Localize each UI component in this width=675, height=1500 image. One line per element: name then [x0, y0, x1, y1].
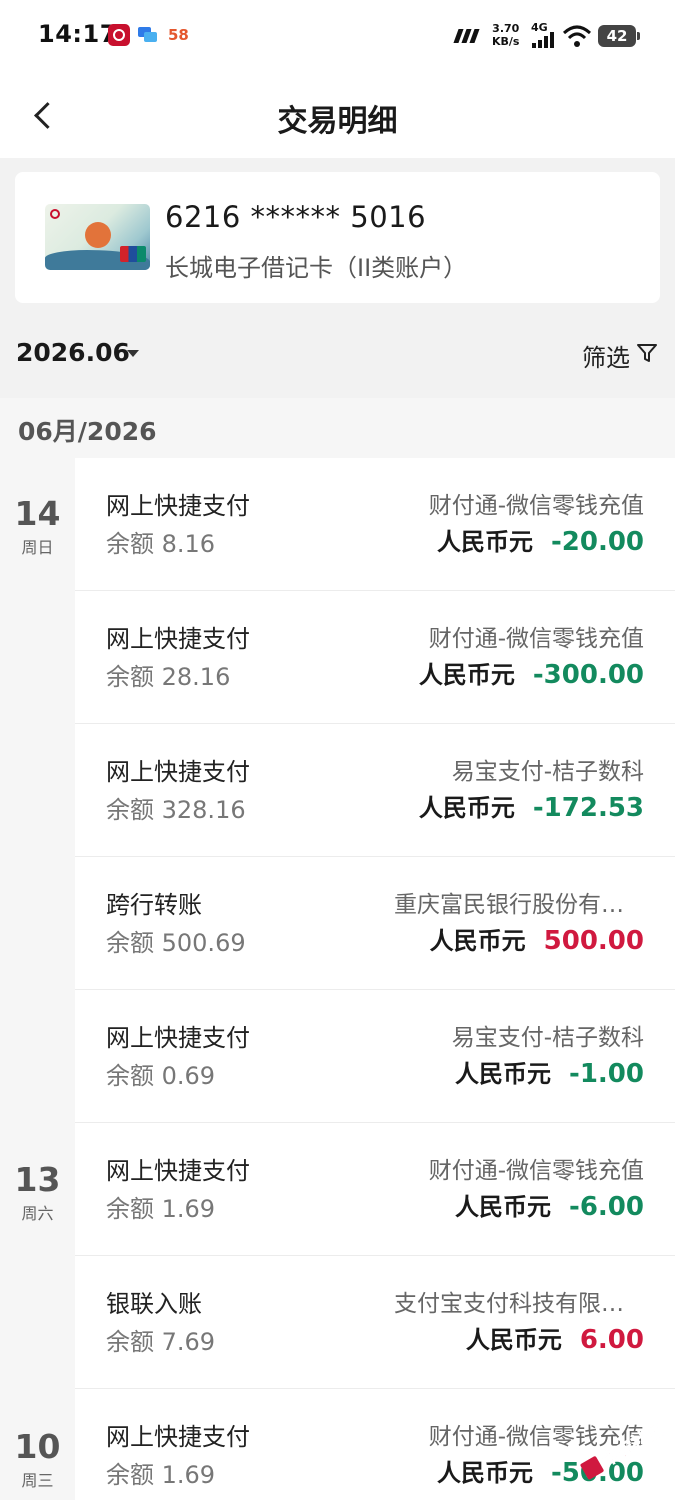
- transaction-counterparty: 财付通-微信零钱充值: [428, 493, 644, 519]
- transaction-row[interactable]: 网上快捷支付 余额 8.16 财付通-微信零钱充值 人民币元 -20.00: [75, 458, 675, 591]
- watermark-logo: 卡农社区: [580, 1418, 668, 1480]
- account-card-panel[interactable]: 6216 ****** 5016 长城电子借记卡（II类账户）: [15, 172, 660, 303]
- transaction-row[interactable]: 网上快捷支付 余额 1.69 财付通-微信零钱充值 人民币元 -6.00: [75, 1123, 675, 1256]
- date-weekday: 周日: [21, 538, 54, 557]
- transaction-amount: -300.00: [532, 660, 644, 690]
- transaction-row[interactable]: 网上快捷支付 余额 28.16 财付通-微信零钱充值 人民币元 -300.00: [75, 591, 675, 724]
- transaction-balance: 余额 7.69: [106, 1328, 216, 1356]
- transaction-type: 网上快捷支付: [106, 1157, 250, 1185]
- transaction-amount: 6.00: [579, 1325, 644, 1355]
- transaction-currency: 人民币元: [455, 1193, 552, 1221]
- date-weekday: 周六: [21, 1204, 54, 1223]
- message-app-notification-icon: [138, 27, 158, 43]
- signal-icon: [532, 32, 558, 48]
- transaction-row[interactable]: 银联入账 余额 7.69 支付宝支付科技有限公司 人民币元 6.00: [75, 1256, 675, 1389]
- transaction-amount: -172.53: [532, 793, 644, 823]
- funnel-icon: [637, 344, 657, 362]
- transaction-balance: 余额 328.16: [106, 796, 246, 824]
- transaction-balance: 余额 1.69: [106, 1195, 216, 1223]
- date-weekday: 周三: [21, 1471, 54, 1490]
- transaction-row[interactable]: 网上快捷支付 余额 0.69 易宝支付-桔子数科 人民币元 -1.00: [75, 990, 675, 1123]
- transaction-type: 网上快捷支付: [106, 625, 250, 653]
- transaction-type: 网上快捷支付: [106, 492, 250, 520]
- date-group-label: 10 周三: [0, 1429, 75, 1491]
- watermark-text: 卡农社区: [598, 1419, 667, 1471]
- section-title: 06月/2026: [18, 417, 157, 446]
- wifi-icon: [562, 25, 592, 47]
- transaction-counterparty: 财付通-微信零钱充值: [428, 626, 644, 652]
- status-bar: 14:17 58 3.70 KB/s 4G 42: [0, 0, 675, 72]
- transaction-balance: 余额 500.69: [106, 929, 246, 957]
- transaction-counterparty: 财付通-微信零钱充值: [428, 1158, 644, 1184]
- battery-icon: 42: [598, 25, 640, 47]
- card-image: [45, 204, 150, 270]
- date-day: 14: [14, 494, 61, 533]
- month-section-header: 06月/2026: [0, 398, 675, 458]
- bank-app-notification-icon: [108, 24, 130, 46]
- transaction-row[interactable]: 跨行转账 余额 500.69 重庆富民银行股份有限公司 人民币元 500.00: [75, 857, 675, 990]
- transaction-counterparty: 易宝支付-桔子数科: [451, 759, 644, 785]
- transaction-type: 网上快捷支付: [106, 1423, 250, 1451]
- transaction-amount: -20.00: [550, 527, 644, 557]
- bank-logo-icon: [50, 209, 60, 219]
- transaction-balance: 余额 28.16: [106, 663, 231, 691]
- transaction-counterparty: 支付宝支付科技有限公司: [394, 1291, 644, 1317]
- filter-bar: 2026.06 筛选: [0, 318, 675, 392]
- date-day: 13: [14, 1160, 61, 1199]
- caret-down-icon[interactable]: [127, 350, 139, 357]
- app-58-notification-icon: 58: [168, 26, 189, 44]
- data-speed-icon: [453, 29, 482, 43]
- transaction-counterparty: 易宝支付-桔子数科: [451, 1025, 644, 1051]
- transaction-amount: -6.00: [569, 1192, 644, 1222]
- transaction-row[interactable]: 网上快捷支付 余额 328.16 易宝支付-桔子数科 人民币元 -172.53: [75, 724, 675, 857]
- filter-button[interactable]: 筛选: [582, 338, 662, 372]
- transaction-currency: 人民币元: [436, 528, 533, 556]
- transaction-type: 跨行转账: [106, 891, 202, 919]
- transaction-currency: 人民币元: [436, 1459, 533, 1487]
- transaction-balance: 余额 1.69: [106, 1461, 216, 1489]
- transaction-type: 银联入账: [106, 1290, 202, 1318]
- network-speed: 3.70 KB/s: [492, 22, 519, 48]
- date-day: 10: [14, 1427, 61, 1466]
- transaction-counterparty: 重庆富民银行股份有限公司: [394, 892, 644, 918]
- transaction-currency: 人民币元: [429, 927, 526, 955]
- transaction-balance: 余额 0.69: [106, 1062, 216, 1090]
- transaction-currency: 人民币元: [418, 661, 515, 689]
- unionpay-logo-icon: [120, 246, 146, 262]
- transaction-balance: 余额 8.16: [106, 530, 216, 558]
- transaction-type: 网上快捷支付: [106, 1024, 250, 1052]
- transaction-currency: 人民币元: [455, 1060, 552, 1088]
- transaction-amount: -1.00: [569, 1059, 644, 1089]
- date-group-label: 13 周六: [0, 1162, 75, 1224]
- network-speed-value: 3.70: [492, 22, 520, 35]
- card-type: 长城电子借记卡（II类账户）: [165, 254, 468, 282]
- page-title: 交易明细: [277, 104, 398, 139]
- card-art-sun: [85, 222, 111, 248]
- date-group-label: 14 周日: [0, 496, 75, 558]
- card-number: 6216 ****** 5016: [165, 200, 427, 234]
- transaction-amount: 500.00: [543, 926, 644, 956]
- transaction-currency: 人民币元: [465, 1326, 562, 1354]
- transaction-type: 网上快捷支付: [106, 758, 250, 786]
- month-selector[interactable]: 2026.06: [16, 338, 130, 367]
- transaction-currency: 人民币元: [418, 794, 515, 822]
- network-speed-unit: KB/s: [492, 35, 520, 48]
- status-time: 14:17: [38, 20, 117, 48]
- transaction-list: 14 周日 13 周六 10 周三 网上快捷支付 余额 8.16 财付通-微信零…: [0, 458, 675, 1500]
- header: 交易明细: [0, 72, 675, 158]
- filter-label: 筛选: [582, 344, 630, 372]
